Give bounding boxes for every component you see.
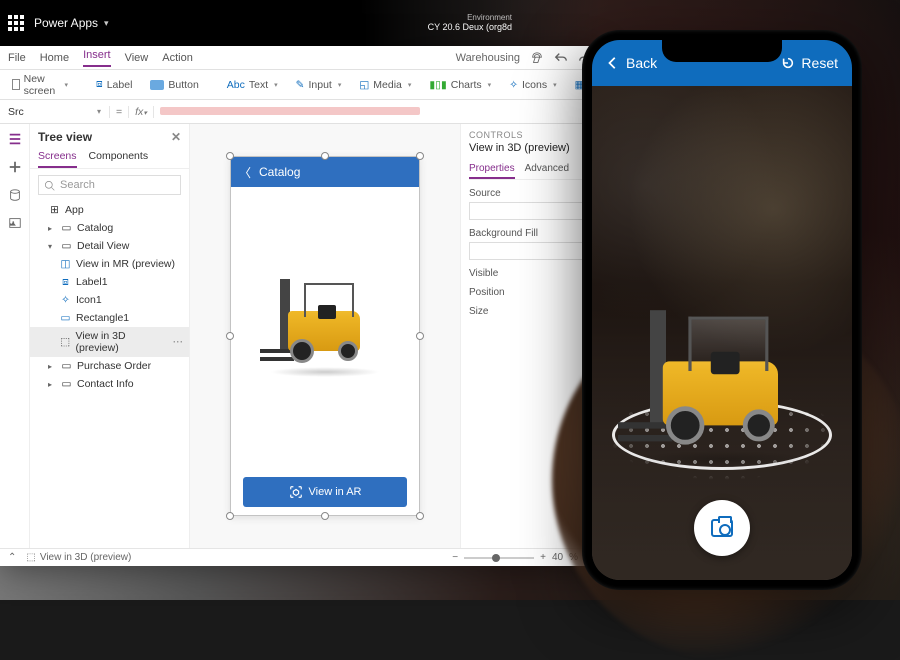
app-title: Power Apps xyxy=(34,16,98,30)
status-bar: ⌃ ⬚View in 3D (preview) − + 40 % ⤢ xyxy=(0,548,600,566)
tree-title: Tree view xyxy=(38,130,92,144)
status-selection[interactable]: ⬚View in 3D (preview) xyxy=(26,552,131,563)
phone-notch xyxy=(662,40,782,62)
capture-button[interactable] xyxy=(694,500,750,556)
environment-label: Environment xyxy=(428,13,512,23)
checker-icon[interactable] xyxy=(530,51,544,65)
menubar: File Home Insert View Action Warehousing xyxy=(0,46,600,70)
chevron-down-icon[interactable]: ▾ xyxy=(104,18,109,29)
resize-handle[interactable] xyxy=(416,152,424,160)
button-button[interactable]: Button xyxy=(144,76,204,94)
preview-title: Catalog xyxy=(259,165,300,179)
charts-dropdown[interactable]: ▮▯▮Charts▾ xyxy=(423,76,497,94)
fx-label[interactable]: fx▾ xyxy=(129,106,154,118)
more-icon[interactable]: ⋯ xyxy=(173,336,184,348)
tab-properties[interactable]: Properties xyxy=(469,160,515,179)
input-dropdown[interactable]: ✎Input▾ xyxy=(290,76,348,94)
resize-handle[interactable] xyxy=(226,332,234,340)
menu-home[interactable]: Home xyxy=(40,52,69,64)
icons-dropdown[interactable]: ✧Icons▾ xyxy=(503,76,562,94)
text-dropdown[interactable]: AbcText▾ xyxy=(221,76,284,94)
zoom-in-button[interactable]: + xyxy=(540,552,546,563)
insert-ribbon: New screen▾ ⧈Label Button AbcText▾ ✎Inpu… xyxy=(0,70,600,100)
menu-view[interactable]: View xyxy=(125,52,149,64)
reset-icon xyxy=(781,56,795,70)
tree-node-app[interactable]: ⊞App xyxy=(30,201,189,219)
prop-size-label: Size xyxy=(469,306,488,317)
resize-handle[interactable] xyxy=(416,332,424,340)
ar-forklift-model[interactable] xyxy=(618,307,826,483)
app-preview[interactable]: 〈 Catalog View in AR xyxy=(230,156,420,516)
formula-value-redacted xyxy=(160,107,420,115)
app-name-field[interactable]: Warehousing xyxy=(456,52,520,64)
preview-header: 〈 Catalog xyxy=(231,157,419,187)
equals-label: = xyxy=(110,106,129,118)
editor-window: File Home Insert View Action Warehousing… xyxy=(0,46,600,566)
tree-node-view-mr[interactable]: ◫View in MR (preview) xyxy=(30,255,189,273)
tree-node-purchase[interactable]: ▸▭Purchase Order xyxy=(30,357,189,375)
tab-screens[interactable]: Screens xyxy=(38,146,77,168)
chevron-up-icon[interactable]: ⌃ xyxy=(8,552,16,563)
media-dropdown[interactable]: ◱Media▾ xyxy=(353,76,417,94)
resize-handle[interactable] xyxy=(321,512,329,520)
titlebar: Power Apps ▾ Environment CY 20.6 Deux (o… xyxy=(0,0,600,46)
resize-handle[interactable] xyxy=(226,152,234,160)
preview-body xyxy=(231,187,419,477)
tab-advanced[interactable]: Advanced xyxy=(525,160,569,179)
phone-frame: Back Reset xyxy=(582,30,862,590)
menu-action[interactable]: Action xyxy=(162,52,193,64)
phone-mockup: Back Reset xyxy=(572,20,872,600)
data-icon[interactable] xyxy=(8,188,22,202)
back-button[interactable]: Back xyxy=(606,55,657,71)
search-input[interactable]: Search xyxy=(38,175,181,195)
tree-panel: Tree view ✕ Screens Components Search ⊞A… xyxy=(30,124,190,548)
tree-node-view3d[interactable]: ⬚View in 3D (preview)⋯ xyxy=(30,327,189,357)
ar-icon xyxy=(289,485,303,499)
prop-position-label: Position xyxy=(469,287,505,298)
nav-rail xyxy=(0,124,30,548)
new-screen-button[interactable]: New screen▾ xyxy=(6,70,74,100)
prop-visible-label: Visible xyxy=(469,268,498,279)
ar-camera-view[interactable] xyxy=(592,86,852,580)
tree-node-catalog[interactable]: ▸▭Catalog xyxy=(30,219,189,237)
menu-insert[interactable]: Insert xyxy=(83,49,111,67)
view-in-ar-button[interactable]: View in AR xyxy=(243,477,407,507)
formula-bar: Src▾ = fx▾ xyxy=(0,100,600,124)
forklift-3d-model[interactable] xyxy=(260,277,390,387)
zoom-slider[interactable] xyxy=(464,557,534,559)
insert-pane-icon[interactable] xyxy=(8,160,22,174)
camera-icon xyxy=(711,519,733,537)
resize-handle[interactable] xyxy=(226,512,234,520)
tab-components[interactable]: Components xyxy=(89,146,149,168)
undo-icon[interactable] xyxy=(554,51,568,65)
menu-file[interactable]: File xyxy=(8,52,26,64)
tree-node-contact[interactable]: ▸▭Contact Info xyxy=(30,375,189,393)
zoom-out-button[interactable]: − xyxy=(452,552,458,563)
resize-handle[interactable] xyxy=(321,152,329,160)
property-selector[interactable]: Src▾ xyxy=(0,106,110,118)
arrow-left-icon xyxy=(606,56,620,70)
prop-source-label: Source xyxy=(469,188,501,199)
zoom-value: 40 xyxy=(552,552,563,563)
environment-picker[interactable]: Environment CY 20.6 Deux (org8d xyxy=(428,13,592,33)
prop-bgfill-label: Background Fill xyxy=(469,228,538,239)
tree-view-icon[interactable] xyxy=(8,132,22,146)
tree-node-detail[interactable]: ▾▭Detail View xyxy=(30,237,189,255)
close-icon[interactable]: ✕ xyxy=(171,130,181,144)
formula-input[interactable] xyxy=(154,106,600,118)
search-icon xyxy=(44,180,55,191)
tree-node-label1[interactable]: ⧈Label1 xyxy=(30,273,189,291)
canvas[interactable]: 〈 Catalog View in AR xyxy=(190,124,460,548)
reset-button[interactable]: Reset xyxy=(781,55,838,71)
label-button[interactable]: ⧈Label xyxy=(90,75,138,94)
resize-handle[interactable] xyxy=(416,512,424,520)
waffle-icon[interactable] xyxy=(8,15,24,31)
environment-name: CY 20.6 Deux (org8d xyxy=(428,22,512,32)
tree-node-icon1[interactable]: ✧Icon1 xyxy=(30,291,189,309)
media-pane-icon[interactable] xyxy=(8,216,22,230)
back-chevron-icon[interactable]: 〈 xyxy=(239,164,251,181)
tree-node-rectangle1[interactable]: ▭Rectangle1 xyxy=(30,309,189,327)
